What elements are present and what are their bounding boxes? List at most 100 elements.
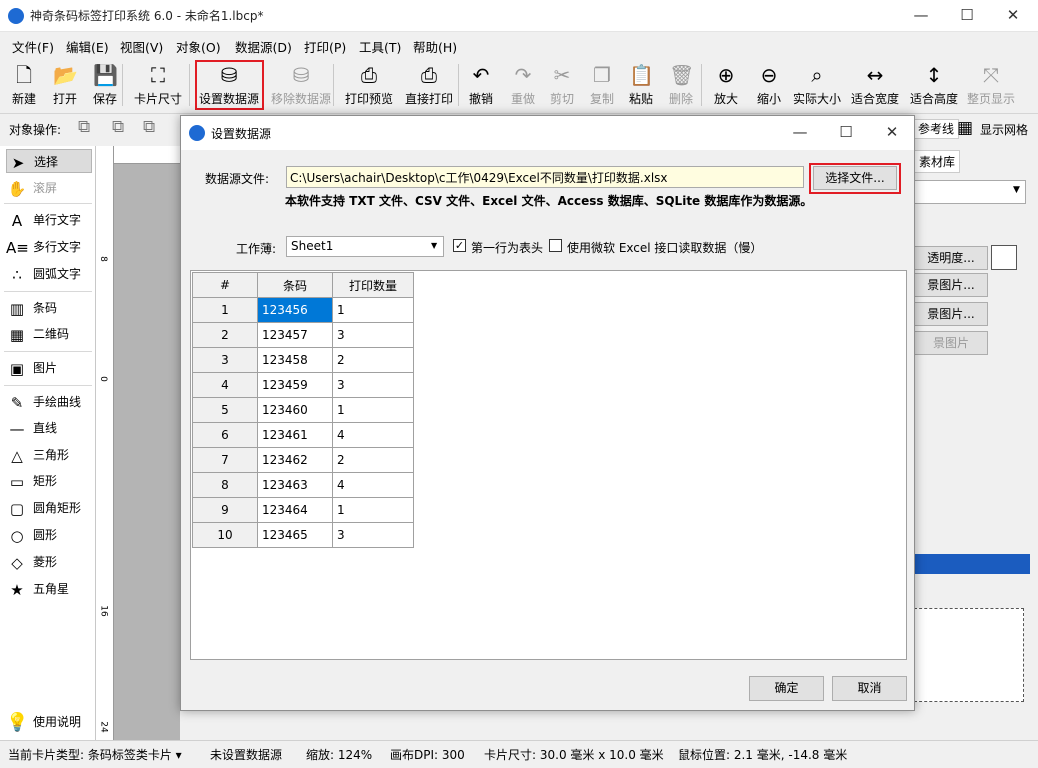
status-card-type[interactable]: 当前卡片类型: 条码标签类卡片 ▾ [8,746,182,763]
quantity-cell[interactable]: 1 [332,397,414,423]
barcode-cell[interactable]: 123457 [257,322,333,348]
tool-pen-curve[interactable]: ✎ 手绘曲线 [6,390,92,414]
layer-down-icon[interactable]: ⧉ [112,117,124,137]
tool-star[interactable]: ★ 五角星 [6,577,92,601]
barcode-cell[interactable]: 123458 [257,347,333,373]
tool-circle[interactable]: ○ 圆形 [6,523,92,547]
barcode-cell[interactable]: 123460 [257,397,333,423]
layer-bottom-icon[interactable]: ⧉ [143,117,155,137]
row-index-cell[interactable]: 2 [192,322,258,348]
barcode-cell[interactable]: 123461 [257,422,333,448]
bg-image-button-1[interactable]: 景图片... [914,273,988,297]
tool-triangle[interactable]: △ 三角形 [6,443,92,467]
bg-image-button-2[interactable]: 景图片... [914,302,988,326]
column-header-barcode[interactable]: 条码 [257,272,333,298]
barcode-cell[interactable]: 123459 [257,372,333,398]
toolbar-copy-button[interactable]: ❐ 复制 [585,60,619,110]
transparency-button[interactable]: 透明度... [914,246,988,270]
quantity-cell[interactable]: 4 [332,422,414,448]
toolbar-delete-button[interactable]: 🗑 删除 [664,60,698,110]
quantity-cell[interactable]: 4 [332,472,414,498]
toolbar-actual-size-button[interactable]: ⌕ 实际大小 [788,60,846,110]
menu-help[interactable]: 帮助(H) [413,37,457,56]
maximize-button[interactable]: ☐ [944,0,990,32]
menu-object[interactable]: 对象(O) [176,37,221,56]
menu-datasource[interactable]: 数据源(D) [235,37,292,56]
table-row[interactable]: 9 123464 1 [192,497,414,523]
layer-up-icon[interactable]: ⧉ [78,117,90,137]
panel-dropdown[interactable]: ▼ [914,180,1026,204]
tool-arc-text[interactable]: ∴ 圆弧文字 [6,262,92,286]
table-row[interactable]: 5 123460 1 [192,397,414,423]
barcode-cell[interactable]: 123463 [257,472,333,498]
table-row[interactable]: 4 123459 3 [192,372,414,398]
quantity-cell[interactable]: 2 [332,447,414,473]
barcode-cell[interactable]: 123456 [257,297,333,323]
color-swatch[interactable] [991,245,1017,270]
toolbar-printer-button[interactable]: ⎙ 直接打印 [400,60,458,110]
table-row[interactable]: 2 123457 3 [192,322,414,348]
toolbar-cut-button[interactable]: ✂ 剪切 [545,60,579,110]
table-row[interactable]: 7 123462 2 [192,447,414,473]
toolbar-fit-page-button[interactable]: ⤧ 整页显示 [962,60,1020,110]
toolbar-print-preview-button[interactable]: ⎙ 打印预览 [340,60,398,110]
menu-print[interactable]: 打印(P) [304,37,346,56]
tool-cursor-arrow[interactable]: ➤ 选择 [6,149,92,173]
toolbar-fit-height-button[interactable]: ↕ 适合高度 [905,60,963,110]
bg-image-button-3[interactable]: 景图片 [914,331,988,355]
tool-single-line-text[interactable]: A 单行文字 [6,208,92,232]
tab-material-library[interactable]: 素材库 [914,150,961,173]
barcode-cell[interactable]: 123462 [257,447,333,473]
toolbar-card-size-button[interactable]: ⛶ 卡片尺寸 [131,60,185,110]
row-index-cell[interactable]: 6 [192,422,258,448]
toolbar-zoom-out-button[interactable]: ⊖ 缩小 [752,60,786,110]
row-index-cell[interactable]: 4 [192,372,258,398]
choose-file-button[interactable]: 选择文件... [813,166,897,190]
column-header-quantity[interactable]: 打印数量 [332,272,414,298]
tool-rectangle[interactable]: ▭ 矩形 [6,469,92,493]
canvas-area[interactable] [114,164,180,740]
data-grid[interactable]: # 条码 打印数量 1 123456 1 2 123457 3 3 123458 2 4 12345… [190,270,907,660]
tool-multi-line-text[interactable]: A≡ 多行文字 [6,235,92,259]
barcode-cell[interactable]: 123465 [257,522,333,548]
tool-rounded-rect[interactable]: ▢ 圆角矩形 [6,496,92,520]
help-button[interactable]: 💡 使用说明 [6,710,92,738]
toolbar-undo-button[interactable]: ↶ 撤销 [464,60,498,110]
tool-image[interactable]: ▣ 图片 [6,356,92,380]
tool-barcode[interactable]: ▥ 条码 [6,296,92,320]
row-index-cell[interactable]: 9 [192,497,258,523]
menu-view[interactable]: 视图(V) [120,37,163,56]
table-row[interactable]: 10 123465 3 [192,522,414,548]
toolbar-remove-database-button[interactable]: ⛁ 移除数据源 [266,60,336,110]
row-index-cell[interactable]: 10 [192,522,258,548]
quantity-cell[interactable]: 1 [332,497,414,523]
quantity-cell[interactable]: 1 [332,297,414,323]
file-path-input[interactable]: C:\Users\achair\Desktop\c工作\0429\Excel不同… [286,166,804,188]
sheet-select[interactable]: Sheet1 ▼ [286,236,444,257]
cancel-button[interactable]: 取消 [832,676,907,701]
first-row-header-checkbox[interactable]: ✓ [453,238,466,252]
row-index-cell[interactable]: 7 [192,447,258,473]
toolbar-save-button[interactable]: 💾 保存 [88,60,122,110]
toolbar-fit-width-button[interactable]: ↔ 适合宽度 [846,60,904,110]
toolbar-zoom-in-button[interactable]: ⊕ 放大 [708,60,744,110]
show-grid-button[interactable]: 显示网格 [980,121,1028,138]
table-row[interactable]: 6 123461 4 [192,422,414,448]
toolbar-redo-button[interactable]: ↷ 重做 [506,60,540,110]
toolbar-new-file-button[interactable]: 🗋 新建 [6,60,42,110]
quantity-cell[interactable]: 3 [332,372,414,398]
ref-line-button[interactable]: 参考线 [913,119,960,139]
row-index-cell[interactable]: 1 [192,297,258,323]
dialog-minimize-button[interactable]: — [777,117,823,149]
tool-hand-scroll[interactable]: ✋ 滚屏 [6,176,92,200]
dialog-close-button[interactable]: ✕ [869,117,915,149]
menu-edit[interactable]: 编辑(E) [66,37,109,56]
menu-file[interactable]: 文件(F) [12,37,54,56]
dialog-maximize-button[interactable]: ☐ [823,117,869,149]
minimize-button[interactable]: — [898,0,944,32]
toolbar-paste-button[interactable]: 📋 粘贴 [624,60,658,110]
barcode-cell[interactable]: 123464 [257,497,333,523]
menu-tools[interactable]: 工具(T) [359,37,401,56]
use-ms-excel-checkbox[interactable] [549,238,562,252]
quantity-cell[interactable]: 2 [332,347,414,373]
